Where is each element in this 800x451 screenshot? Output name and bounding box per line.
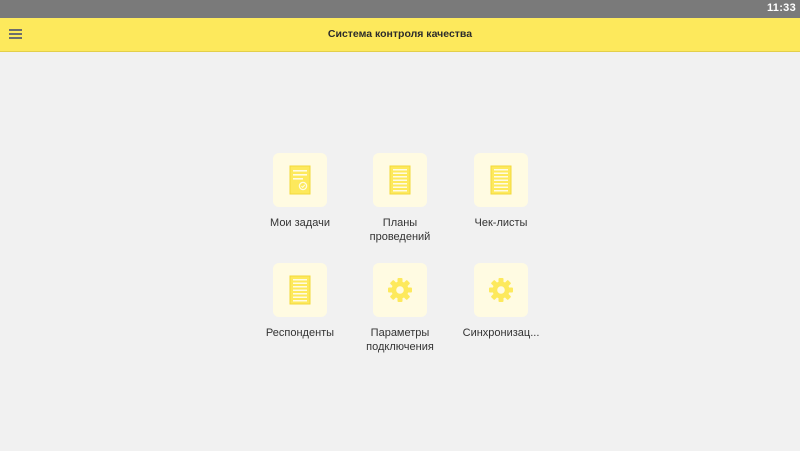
menu-item-label: Мои задачи xyxy=(270,217,330,229)
menu-item-connection-settings[interactable]: Параметры подключения xyxy=(350,263,450,354)
menu-item-label: Чек-листы xyxy=(474,217,528,229)
list-document-icon xyxy=(373,153,427,207)
status-time: 11:33 xyxy=(766,2,796,14)
menu-item-respondents[interactable]: Респонденты xyxy=(250,263,350,340)
menu-item-label: Синхронизац... xyxy=(462,327,540,339)
menu-item-label-text: Параметры подключения xyxy=(366,327,434,353)
menu-item-sync[interactable]: Синхронизац... xyxy=(451,263,551,340)
menu-item-label: Планы проведений xyxy=(350,216,450,244)
list-document-icon xyxy=(273,263,327,317)
status-bar: 11:33 xyxy=(0,0,800,18)
menu-item-plans[interactable]: Планы проведений xyxy=(350,153,450,244)
menu-item-label: Респонденты xyxy=(265,327,335,339)
task-document-icon xyxy=(273,153,327,207)
gear-icon xyxy=(474,263,528,317)
gear-icon xyxy=(373,263,427,317)
app-bar: Система контроля качества xyxy=(0,18,800,52)
menu-item-checklists[interactable]: Чек-листы xyxy=(451,153,551,230)
page-title: Система контроля качества xyxy=(327,28,473,40)
menu-item-label: Параметры подключения xyxy=(350,326,450,354)
list-document-icon xyxy=(474,153,528,207)
menu-item-label-text: Планы проведений xyxy=(369,217,431,243)
menu-item-my-tasks[interactable]: Мои задачи xyxy=(250,153,350,230)
